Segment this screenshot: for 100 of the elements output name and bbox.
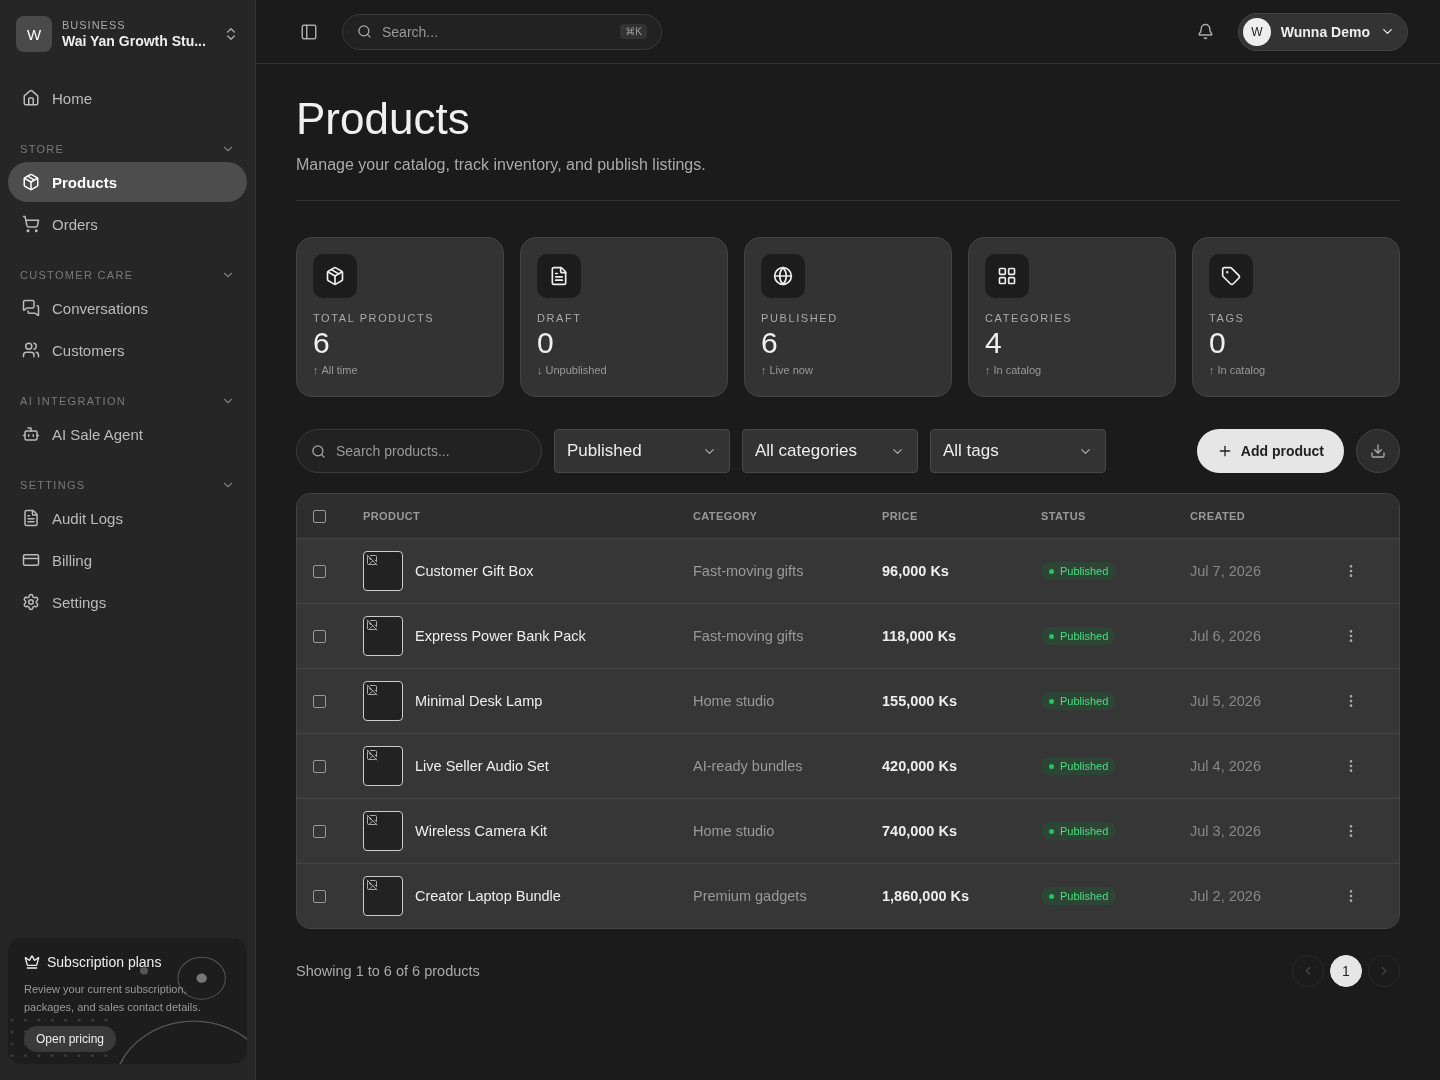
- column-header: PRODUCT: [363, 510, 422, 522]
- trend-arrow: ↓: [537, 364, 543, 376]
- nav-item[interactable]: Orders: [8, 204, 247, 244]
- section-header[interactable]: SETTINGS: [8, 478, 247, 492]
- column-header: CATEGORY: [693, 510, 759, 522]
- stat-label: CATEGORIES: [985, 312, 1074, 324]
- section-header[interactable]: AI INTEGRATION: [8, 394, 247, 408]
- robot-icon: [22, 425, 40, 443]
- workspace-name: Wai Yan Growth Stu...: [62, 33, 207, 49]
- open-pricing-button[interactable]: Open pricing: [24, 1026, 117, 1052]
- box-icon: [313, 254, 357, 298]
- stat-value: 0: [1209, 326, 1227, 360]
- nav-item[interactable]: Settings: [8, 582, 247, 622]
- product-category: AI-ready bundles: [693, 758, 804, 774]
- product-price: 96,000 Ks: [882, 563, 950, 579]
- product-search-input[interactable]: Search products...: [334, 442, 527, 460]
- search-icon: [311, 443, 326, 459]
- results-summary: Showing 1 to 6 of 6 products: [296, 963, 480, 979]
- created-date: Jul 7, 2026: [1190, 563, 1262, 579]
- product-category: Home studio: [693, 693, 776, 709]
- stat-note: Unpublished: [545, 364, 607, 376]
- page-title: Products: [296, 94, 471, 144]
- trend-arrow: ↑: [985, 364, 991, 376]
- created-date: Jul 2, 2026: [1190, 888, 1262, 904]
- product-category: Fast-moving gifts: [693, 563, 805, 579]
- download-button[interactable]: [1356, 429, 1400, 473]
- status-badge: Published: [1041, 627, 1117, 645]
- grid-icon: [985, 254, 1029, 298]
- search-bar[interactable]: Search... ⌘K: [342, 13, 662, 50]
- product-search-bar[interactable]: Search products...: [296, 429, 542, 473]
- user-avatar: W: [1242, 17, 1271, 46]
- column-header: PRICE: [882, 510, 919, 522]
- credit-card-icon: [22, 551, 40, 569]
- row-checkbox[interactable]: [313, 564, 326, 578]
- user-menu-button[interactable]: W Wunna Demo: [1237, 12, 1408, 51]
- created-date: Jul 3, 2026: [1190, 823, 1262, 839]
- nav-item[interactable]: Home: [8, 78, 247, 118]
- column-header: STATUS: [1041, 510, 1087, 522]
- stat-label: TAGS: [1209, 312, 1246, 324]
- product-price: 740,000 Ks: [882, 823, 958, 839]
- nav-item[interactable]: Audit Logs: [8, 498, 247, 538]
- tag-icon: [1209, 254, 1253, 298]
- filter-dropdown[interactable]: Published: [554, 429, 730, 473]
- crown-icon: [24, 954, 40, 970]
- product-category: Premium gadgets: [693, 888, 808, 904]
- row-checkbox[interactable]: [313, 629, 326, 643]
- product-price: 155,000 Ks: [882, 693, 958, 709]
- stat-note: All time: [321, 364, 358, 376]
- broken-image-icon: [366, 684, 378, 696]
- section-header[interactable]: STORE: [8, 142, 247, 156]
- chat-icon: [22, 299, 40, 317]
- promo-title: Subscription plans: [47, 954, 162, 970]
- nav-item[interactable]: Customers: [8, 330, 247, 370]
- row-checkbox[interactable]: [313, 889, 326, 903]
- trend-arrow: ↑: [1209, 364, 1215, 376]
- users-icon: [22, 341, 40, 359]
- product-name: Customer Gift Box: [415, 563, 534, 579]
- created-date: Jul 6, 2026: [1190, 628, 1262, 644]
- stat-label: TOTAL PRODUCTS: [313, 312, 436, 324]
- status-badge: Published: [1041, 822, 1117, 840]
- promo-text: Review your current subscription, packages, and sales contact details.: [24, 982, 202, 1015]
- nav-item[interactable]: AI Sale Agent: [8, 414, 247, 454]
- shortcut-hint: ⌘K: [620, 24, 647, 39]
- filter-dropdown[interactable]: All categories: [742, 429, 918, 473]
- select-all-checkbox[interactable]: [313, 509, 326, 523]
- section-header[interactable]: CUSTOMER CARE: [8, 268, 247, 282]
- broken-image-icon: [366, 619, 378, 631]
- row-checkbox[interactable]: [313, 824, 326, 838]
- row-checkbox[interactable]: [313, 759, 326, 773]
- download-icon[interactable]: [1370, 443, 1386, 459]
- stat-note: In catalog: [1217, 364, 1266, 376]
- product-name: Creator Laptop Bundle: [415, 888, 561, 904]
- broken-image-icon: [366, 814, 378, 826]
- settings-icon: [22, 593, 40, 611]
- stat-value: 4: [985, 326, 1003, 360]
- search-icon: [357, 24, 372, 39]
- broken-image-icon: [366, 554, 378, 566]
- created-date: Jul 5, 2026: [1190, 693, 1262, 709]
- globe-icon: [761, 254, 805, 298]
- product-price: 118,000 Ks: [882, 628, 958, 644]
- product-category: Fast-moving gifts: [693, 628, 805, 644]
- add-product-button[interactable]: Add product: [1196, 429, 1344, 473]
- filter-dropdown[interactable]: All tags: [930, 429, 1106, 473]
- document-icon: [22, 509, 40, 527]
- product-name: Minimal Desk Lamp: [415, 693, 543, 709]
- stat-value: 0: [537, 326, 555, 360]
- broken-image-icon: [366, 879, 378, 891]
- broken-image-icon: [366, 749, 378, 761]
- created-date: Jul 4, 2026: [1190, 758, 1262, 774]
- page-button[interactable]: 1: [1330, 955, 1362, 987]
- stat-note: Live now: [769, 364, 813, 376]
- column-header: CREATED: [1190, 510, 1247, 522]
- nav-item[interactable]: Products: [8, 162, 247, 202]
- nav-item[interactable]: Conversations: [8, 288, 247, 328]
- status-badge: Published: [1041, 692, 1117, 710]
- trend-arrow: ↑: [761, 364, 767, 376]
- search-input[interactable]: Search...: [380, 22, 613, 41]
- nav-item[interactable]: Billing: [8, 540, 247, 580]
- row-checkbox[interactable]: [313, 694, 326, 708]
- home-icon: [22, 89, 40, 107]
